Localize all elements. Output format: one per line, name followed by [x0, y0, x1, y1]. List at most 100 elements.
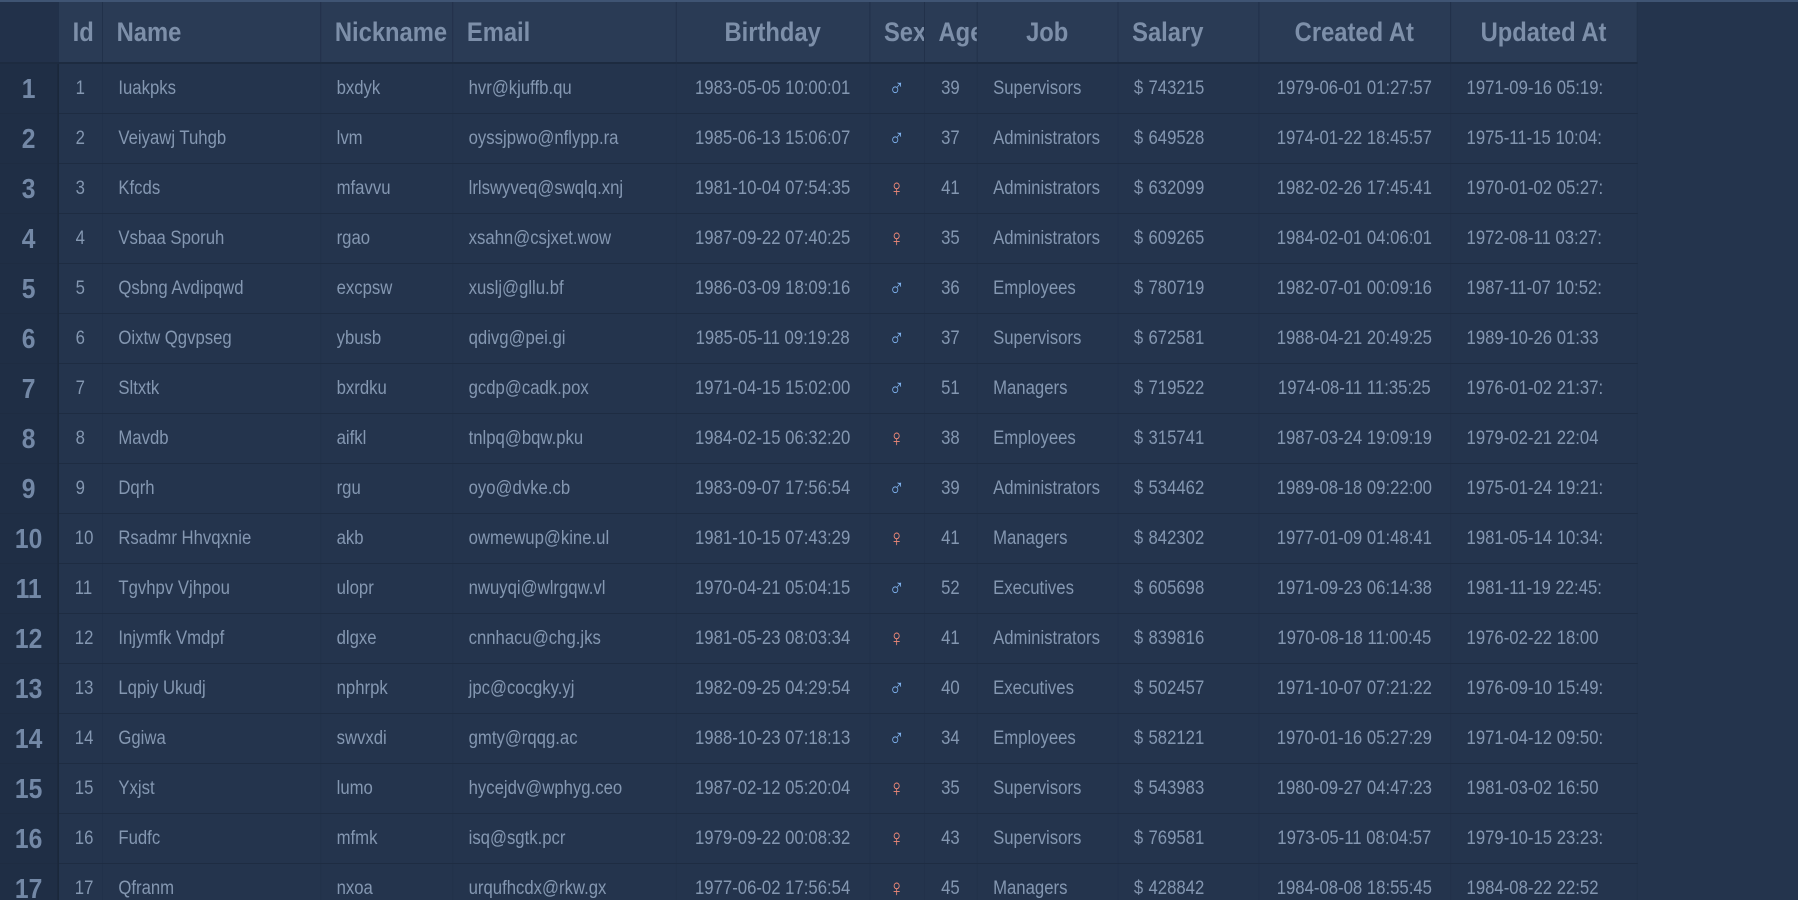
cell-nickname[interactable]: akb	[320, 513, 453, 564]
table-row[interactable]: 2 2 Veiyawj Tuhgb lvm oyssjpwo@nflypp.ra 1985…	[0, 113, 1638, 164]
table-row[interactable]: 9 9 Dqrh rgu oyo@dvke.cb 1983-09-07 17:56:54 ♂…	[0, 463, 1638, 514]
cell-job[interactable]: Administrators	[976, 113, 1119, 164]
row-number[interactable]: 8	[0, 413, 59, 464]
cell-updated-at[interactable]: 1989-10-26 01:33	[1450, 313, 1638, 364]
cell-birthday[interactable]: 1981-10-04 07:54:35	[675, 163, 870, 214]
cell-id[interactable]: 11	[58, 563, 103, 614]
cell-salary[interactable]: $780719	[1117, 263, 1259, 314]
cell-job[interactable]: Supervisors	[976, 813, 1119, 864]
column-header-nickname[interactable]: Nickname	[320, 2, 453, 64]
cell-nickname[interactable]: bxdyk	[320, 63, 453, 114]
cell-updated-at[interactable]: 1976-09-10 15:49:	[1450, 663, 1638, 714]
cell-name[interactable]: Rsadmr Hhvqxnie	[102, 513, 321, 564]
cell-updated-at[interactable]: 1975-11-15 10:04:	[1450, 113, 1638, 164]
cell-updated-at[interactable]: 1975-01-24 19:21:	[1450, 463, 1638, 514]
cell-created-at[interactable]: 1988-04-21 20:49:25	[1258, 313, 1451, 364]
cell-nickname[interactable]: rgu	[320, 463, 453, 514]
cell-job[interactable]: Managers	[976, 513, 1119, 564]
cell-salary[interactable]: $428842	[1117, 863, 1259, 900]
cell-salary[interactable]: $609265	[1117, 213, 1259, 264]
cell-job[interactable]: Employees	[976, 713, 1119, 764]
column-header-age[interactable]: Age	[924, 2, 978, 64]
cell-sex[interactable]: ♀	[869, 813, 925, 864]
cell-sex[interactable]: ♂	[869, 463, 925, 514]
cell-id[interactable]: 4	[58, 213, 103, 264]
cell-nickname[interactable]: ybusb	[320, 313, 453, 364]
cell-birthday[interactable]: 1981-05-23 08:03:34	[675, 613, 870, 664]
cell-sex[interactable]: ♀	[869, 213, 925, 264]
cell-job[interactable]: Managers	[976, 363, 1119, 414]
column-header-id[interactable]: Id	[58, 2, 103, 64]
cell-nickname[interactable]: aifkl	[320, 413, 453, 464]
cell-email[interactable]: xuslj@gllu.bf	[452, 263, 677, 314]
cell-email[interactable]: isq@sgtk.pcr	[452, 813, 677, 864]
cell-created-at[interactable]: 1974-01-22 18:45:57	[1258, 113, 1451, 164]
column-header-created-at[interactable]: Created At	[1258, 2, 1451, 64]
row-number[interactable]: 3	[0, 163, 59, 214]
cell-name[interactable]: Vsbaa Sporuh	[102, 213, 321, 264]
cell-job[interactable]: Supervisors	[976, 313, 1119, 364]
cell-age[interactable]: 37	[924, 313, 978, 364]
cell-name[interactable]: Ggiwa	[102, 713, 321, 764]
cell-sex[interactable]: ♂	[869, 313, 925, 364]
cell-email[interactable]: hycejdv@wphyg.ceo	[452, 763, 677, 814]
row-number[interactable]: 14	[0, 713, 59, 764]
cell-nickname[interactable]: excpsw	[320, 263, 453, 314]
cell-created-at[interactable]: 1984-02-01 04:06:01	[1258, 213, 1451, 264]
cell-age[interactable]: 35	[924, 763, 978, 814]
cell-updated-at[interactable]: 1981-11-19 22:45:	[1450, 563, 1638, 614]
column-header-sex[interactable]: Sex	[869, 2, 925, 64]
table-row[interactable]: 6 6 Oixtw Qgvpseg ybusb qdivg@pei.gi 1985-05-…	[0, 313, 1638, 364]
table-row[interactable]: 1 1 Iuakpks bxdyk hvr@kjuffb.qu 1983-05-05 10…	[0, 63, 1638, 114]
cell-name[interactable]: Veiyawj Tuhgb	[102, 113, 321, 164]
cell-id[interactable]: 10	[58, 513, 103, 564]
cell-salary[interactable]: $672581	[1117, 313, 1259, 364]
cell-sex[interactable]: ♀	[869, 513, 925, 564]
cell-job[interactable]: Supervisors	[976, 763, 1119, 814]
row-number[interactable]: 5	[0, 263, 59, 314]
row-number[interactable]: 7	[0, 363, 59, 414]
row-number[interactable]: 1	[0, 63, 59, 114]
cell-name[interactable]: Lqpiy Ukudj	[102, 663, 321, 714]
cell-salary[interactable]: $605698	[1117, 563, 1259, 614]
cell-updated-at[interactable]: 1981-03-02 16:50	[1450, 763, 1638, 814]
row-number[interactable]: 6	[0, 313, 59, 364]
cell-email[interactable]: tnlpq@bqw.pku	[452, 413, 677, 464]
row-number[interactable]: 4	[0, 213, 59, 264]
cell-sex[interactable]: ♀	[869, 163, 925, 214]
cell-sex[interactable]: ♀	[869, 763, 925, 814]
cell-job[interactable]: Executives	[976, 563, 1119, 614]
table-row[interactable]: 13 13 Lqpiy Ukudj nphrpk jpc@cocgky.yj 1982-0…	[0, 663, 1638, 714]
cell-sex[interactable]: ♀	[869, 613, 925, 664]
table-row[interactable]: 5 5 Qsbng Avdipqwd excpsw xuslj@gllu.bf 1986-…	[0, 263, 1638, 314]
cell-nickname[interactable]: bxrdku	[320, 363, 453, 414]
cell-name[interactable]: Iuakpks	[102, 63, 321, 114]
table-row[interactable]: 7 7 Sltxtk bxrdku gcdp@cadk.pox 1971-04-15 15…	[0, 363, 1638, 414]
cell-id[interactable]: 14	[58, 713, 103, 764]
row-number[interactable]: 17	[0, 863, 59, 900]
cell-email[interactable]: oyssjpwo@nflypp.ra	[452, 113, 677, 164]
row-number[interactable]: 9	[0, 463, 59, 514]
cell-salary[interactable]: $743215	[1117, 63, 1259, 114]
column-header-salary[interactable]: Salary	[1117, 2, 1259, 64]
cell-sex[interactable]: ♂	[869, 363, 925, 414]
cell-nickname[interactable]: rgao	[320, 213, 453, 264]
cell-name[interactable]: Oixtw Qgvpseg	[102, 313, 321, 364]
cell-id[interactable]: 13	[58, 663, 103, 714]
cell-birthday[interactable]: 1977-06-02 17:56:54	[675, 863, 870, 900]
cell-name[interactable]: Yxjst	[102, 763, 321, 814]
cell-email[interactable]: hvr@kjuffb.qu	[452, 63, 677, 114]
cell-nickname[interactable]: nphrpk	[320, 663, 453, 714]
row-number[interactable]: 16	[0, 813, 59, 864]
cell-id[interactable]: 17	[58, 863, 103, 900]
cell-birthday[interactable]: 1986-03-09 18:09:16	[675, 263, 870, 314]
cell-id[interactable]: 1	[58, 63, 103, 114]
cell-job[interactable]: Employees	[976, 263, 1119, 314]
cell-salary[interactable]: $839816	[1117, 613, 1259, 664]
cell-updated-at[interactable]: 1984-08-22 22:52	[1450, 863, 1638, 900]
cell-age[interactable]: 52	[924, 563, 978, 614]
cell-id[interactable]: 5	[58, 263, 103, 314]
column-header-birthday[interactable]: Birthday	[675, 2, 870, 64]
cell-birthday[interactable]: 1971-04-15 15:02:00	[675, 363, 870, 414]
cell-email[interactable]: gmty@rqqg.ac	[452, 713, 677, 764]
